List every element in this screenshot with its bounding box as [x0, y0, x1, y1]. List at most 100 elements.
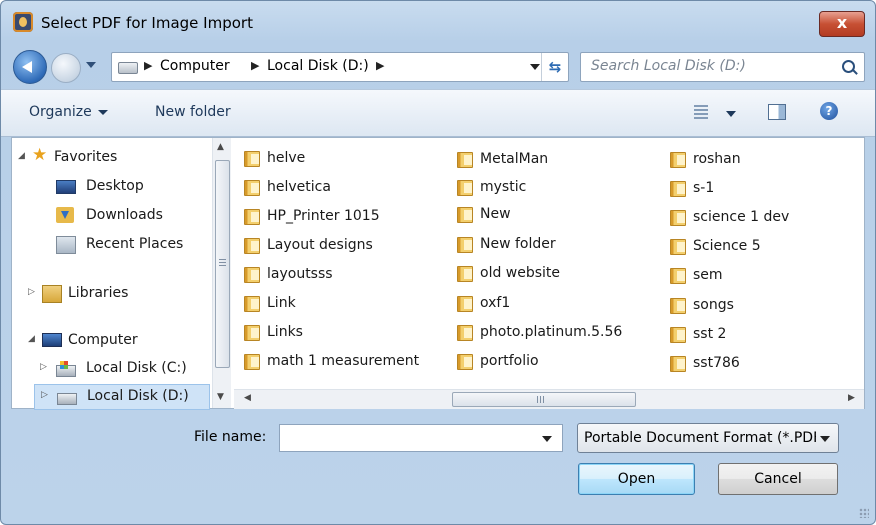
search-icon[interactable]: [842, 60, 855, 73]
breadcrumb-computer[interactable]: Computer: [160, 58, 230, 74]
folder-name: oxf1: [480, 295, 511, 311]
expand-arrow-icon[interactable]: ▷: [41, 390, 48, 400]
list-item[interactable]: sst 2: [670, 324, 850, 348]
list-item[interactable]: Science 5: [670, 236, 850, 260]
list-item[interactable]: HP_Printer 1015: [244, 206, 444, 230]
new-folder-button[interactable]: New folder: [155, 104, 231, 120]
address-dropdown-icon[interactable]: [530, 64, 540, 70]
refresh-icon[interactable]: ⇆: [541, 53, 568, 81]
resize-grip-icon[interactable]: [859, 508, 869, 518]
list-item[interactable]: photo.platinum.5.56: [457, 322, 657, 346]
folder-name: Science 5: [693, 238, 761, 254]
scroll-thumb[interactable]: [215, 160, 230, 368]
folder-icon: [670, 181, 686, 197]
sidebar-label: Recent Places: [86, 236, 184, 252]
list-item[interactable]: Link: [244, 293, 444, 317]
folder-icon: [457, 266, 473, 282]
sidebar-item-downloads[interactable]: Downloads: [50, 204, 200, 228]
cancel-button[interactable]: Cancel: [718, 463, 838, 495]
list-item[interactable]: Layout designs: [244, 235, 444, 259]
folder-name: old website: [480, 265, 561, 281]
sidebar-item-libraries[interactable]: ▷ Libraries: [18, 282, 168, 306]
expand-arrow-icon[interactable]: ◢: [18, 151, 25, 161]
folder-icon: [457, 354, 473, 370]
scroll-left-icon[interactable]: ◀: [244, 393, 251, 403]
breadcrumb-local-disk-d[interactable]: Local Disk (D:): [267, 58, 369, 74]
file-type-select[interactable]: Portable Document Format (*.PDF): [577, 423, 839, 453]
back-arrow-icon[interactable]: [13, 50, 47, 84]
list-item[interactable]: s-1: [670, 178, 850, 202]
sidebar-item-local-disk-d[interactable]: ▷ Local Disk (D:): [34, 384, 210, 410]
scroll-right-icon[interactable]: ▶: [848, 393, 855, 403]
chevron-down-icon: [97, 109, 108, 115]
sidebar-item-local-disk-c[interactable]: ▷ Local Disk (C:): [34, 357, 204, 381]
downloads-icon: [56, 207, 74, 223]
sidebar-item-recent-places[interactable]: Recent Places: [50, 233, 210, 257]
list-item[interactable]: helve: [244, 148, 444, 172]
list-item[interactable]: portfolio: [457, 351, 657, 375]
app-icon: [13, 12, 33, 32]
folder-icon: [457, 325, 473, 341]
folder-name: science 1 dev: [693, 209, 790, 225]
close-button[interactable]: x: [819, 11, 865, 37]
list-item[interactable]: sem: [670, 265, 850, 289]
recent-locations-dropdown[interactable]: [86, 62, 96, 68]
folder-name: helve: [267, 150, 306, 166]
folder-icon: [670, 327, 686, 343]
preview-pane-icon[interactable]: [768, 104, 786, 120]
file-name-field[interactable]: [279, 424, 563, 452]
list-item[interactable]: MetalMan: [457, 149, 657, 173]
views-icon[interactable]: [694, 105, 708, 119]
expand-arrow-icon[interactable]: ◢: [28, 334, 35, 344]
forward-arrow-icon[interactable]: [51, 53, 81, 83]
list-item[interactable]: oxf1: [457, 293, 657, 317]
title-bar: Select PDF for Image Import x: [1, 1, 875, 45]
file-name-dropdown-icon[interactable]: [542, 436, 552, 442]
folder-name: math 1 measurement: [267, 353, 420, 369]
navigation-pane-scrollbar[interactable]: ▲ ▼: [212, 138, 231, 408]
folder-name: MetalMan: [480, 151, 549, 167]
scroll-down-icon[interactable]: ▼: [217, 392, 224, 402]
folder-name: s-1: [693, 180, 715, 196]
folder-icon: [244, 238, 260, 254]
navigation-pane: ◢ ★ Favorites Desktop Downloads Recent P…: [12, 138, 212, 410]
list-item[interactable]: helvetica: [244, 177, 444, 201]
file-list-scrollbar[interactable]: ◀ ▶: [234, 389, 864, 409]
chevron-down-icon[interactable]: [820, 436, 830, 442]
organize-label: Organize: [29, 104, 92, 120]
list-item[interactable]: New: [457, 204, 657, 228]
list-item[interactable]: New folder: [457, 234, 657, 258]
breadcrumb-arrow-icon[interactable]: ▶: [251, 59, 259, 72]
recent-places-icon: [56, 236, 76, 254]
list-item[interactable]: old website: [457, 263, 657, 287]
scroll-thumb[interactable]: [452, 392, 636, 407]
breadcrumb-arrow-icon[interactable]: ▶: [376, 59, 384, 72]
address-bar[interactable]: ▶ Computer ▶ Local Disk (D:) ▶ ⇆: [111, 52, 569, 82]
list-item[interactable]: Links: [244, 322, 444, 346]
views-dropdown-icon[interactable]: [726, 111, 736, 117]
folder-icon: [244, 209, 260, 225]
open-button[interactable]: Open: [578, 463, 695, 495]
organize-menu[interactable]: Organize: [29, 104, 108, 120]
list-item[interactable]: roshan: [670, 149, 850, 173]
folder-name: HP_Printer 1015: [267, 208, 380, 224]
folder-icon: [244, 354, 260, 370]
list-item[interactable]: mystic: [457, 177, 657, 201]
folder-name: layoutsss: [267, 266, 333, 282]
list-item[interactable]: layoutsss: [244, 264, 444, 288]
list-item[interactable]: songs: [670, 295, 850, 319]
search-input[interactable]: Search Local Disk (D:): [591, 58, 746, 74]
scroll-up-icon[interactable]: ▲: [217, 142, 224, 152]
sidebar-item-computer[interactable]: ◢ Computer: [18, 329, 168, 353]
list-item[interactable]: math 1 measurement: [244, 351, 444, 375]
sidebar-item-favorites[interactable]: ◢ ★ Favorites: [18, 145, 168, 170]
breadcrumb-arrow-icon[interactable]: ▶: [144, 59, 152, 72]
folder-icon: [670, 298, 686, 314]
search-box[interactable]: Search Local Disk (D:): [580, 52, 865, 82]
expand-arrow-icon[interactable]: ▷: [28, 287, 35, 297]
expand-arrow-icon[interactable]: ▷: [40, 362, 47, 372]
help-icon[interactable]: ?: [820, 102, 838, 120]
list-item[interactable]: science 1 dev: [670, 207, 850, 231]
sidebar-item-desktop[interactable]: Desktop: [50, 175, 200, 199]
list-item[interactable]: sst786: [670, 353, 850, 377]
